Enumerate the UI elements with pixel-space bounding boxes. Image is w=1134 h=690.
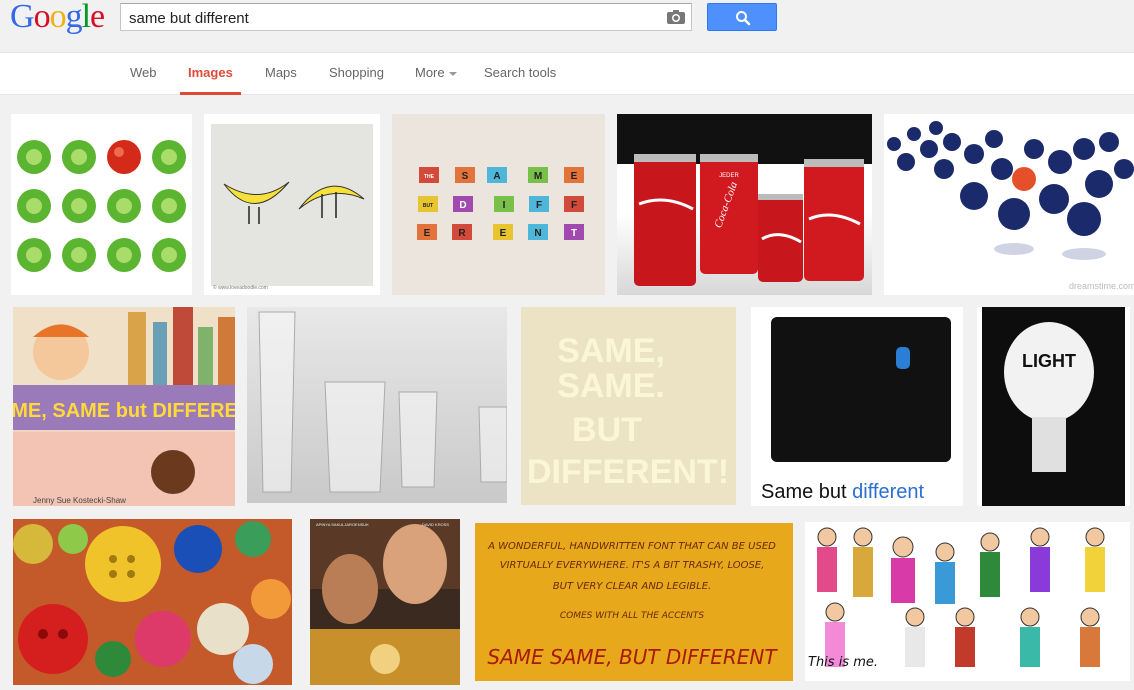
image-result-buttons[interactable] (13, 519, 292, 685)
poster-line: DIFFERENT! (527, 453, 729, 491)
svg-text:Same but different: Same but different (761, 481, 925, 503)
tab-maps[interactable]: Maps (265, 53, 297, 95)
book-title: SAME, SAME but DIFFERENT (13, 400, 235, 422)
logo-letter: e (90, 0, 105, 35)
search-input[interactable] (129, 8, 649, 28)
tile-letter: D (459, 200, 466, 211)
crowd-caption: Same but (761, 481, 852, 503)
tile-letter: E (571, 171, 578, 182)
tab-search-tools[interactable]: Search tools (484, 53, 556, 95)
image-result-book-cover[interactable]: SAME, SAME but DIFFERENT Jenny Sue Koste… (13, 307, 235, 506)
tab-shopping[interactable]: Shopping (329, 53, 384, 95)
logo-letter: g (65, 0, 83, 35)
book-cover-image: SAME, SAME but DIFFERENT Jenny Sue Koste… (13, 307, 235, 506)
drawing-caption: This is me. (808, 655, 878, 670)
image-result-drawings[interactable]: This is me. (805, 522, 1130, 681)
banana-credit: © www.loveadoodle.com (213, 284, 268, 291)
search-nav: Web Images Maps Shopping More Search too… (0, 53, 1134, 95)
letter-tiles-image: THE S A M E BUT D I F F E R E N T (417, 167, 584, 240)
image-result-cola-cans[interactable]: JEDER Coca-Cola (617, 114, 872, 295)
watermark: dreamstime.com (1069, 281, 1134, 291)
font-sample-line: SAME SAME, BUT DIFFERENT (487, 645, 778, 669)
image-result-apples[interactable] (11, 114, 192, 295)
image-result-letter-tiles[interactable]: THE S A M E BUT D I F F E R E N T (392, 114, 605, 295)
glasses-image (258, 311, 507, 493)
logo-letter: o (33, 0, 51, 35)
movie-credit-right: DAVID KROSS (422, 522, 449, 527)
tile-letter: F (536, 200, 542, 211)
image-result-marbles[interactable]: dreamstime.com (884, 114, 1134, 295)
tile-letter: THE (424, 174, 435, 180)
bananas-image: © www.loveadoodle.com (211, 124, 373, 291)
image-result-glasses[interactable] (247, 307, 507, 503)
tile-letter: N (534, 228, 541, 239)
top-bar: Google (0, 0, 1134, 53)
tile-letter: T (571, 228, 577, 239)
font-sample-line: A WONDERFUL, HANDWRITTEN FONT THAT CAN B… (487, 541, 776, 552)
apples-image (17, 140, 186, 272)
image-result-bananas[interactable]: © www.loveadoodle.com (204, 114, 380, 295)
caret-down-icon (448, 71, 457, 76)
tab-more-label: More (415, 65, 445, 80)
poster-image: SAME, SAME. BUT DIFFERENT! (527, 332, 729, 491)
movie-poster-image: APINYA SAKULJAROENSUK DAVID KROSS (310, 519, 460, 685)
tile-letter: I (503, 200, 506, 211)
tile-letter: S (462, 171, 469, 182)
logo-letter: o (49, 0, 67, 35)
drawings-image: This is me. (808, 527, 1105, 670)
tile-letter: A (493, 171, 500, 182)
font-sample-line: COMES WITH ALL THE ACCENTS (560, 611, 705, 621)
search-box (120, 3, 692, 31)
bulb-image: LIGHT (982, 307, 1125, 506)
tab-web[interactable]: Web (130, 53, 157, 95)
search-icon (736, 11, 751, 26)
image-result-crowd[interactable]: Same but different (751, 307, 963, 506)
tile-letter: M (534, 171, 542, 182)
can-label: JEDER (719, 173, 739, 179)
book-author: Jenny Sue Kostecki-Shaw (33, 496, 126, 505)
google-logo[interactable]: Google (10, 0, 105, 35)
cola-cans-image: JEDER Coca-Cola (617, 114, 872, 286)
poster-line: SAME. (557, 367, 665, 405)
poster-line: SAME, (557, 332, 665, 370)
image-result-poster[interactable]: SAME, SAME. BUT DIFFERENT! (521, 307, 736, 505)
image-result-font-sample[interactable]: A WONDERFUL, HANDWRITTEN FONT THAT CAN B… (475, 523, 793, 681)
tile-letter: E (500, 228, 507, 239)
logo-letter: G (10, 0, 35, 35)
tile-letter: F (571, 200, 577, 211)
tab-images[interactable]: Images (180, 53, 241, 95)
poster-line: BUT (572, 411, 642, 449)
image-results: © www.loveadoodle.com THE S A M E BUT D … (0, 95, 1134, 690)
tab-more[interactable]: More (415, 53, 457, 95)
bulb-text: LIGHT (1022, 351, 1076, 371)
font-sample-line: BUT VERY CLEAR AND LEGIBLE. (553, 581, 711, 592)
search-button[interactable] (707, 3, 777, 31)
tile-letter: E (424, 228, 431, 239)
image-result-bulb[interactable]: LIGHT (977, 307, 1130, 506)
image-result-movie-poster[interactable]: APINYA SAKULJAROENSUK DAVID KROSS (310, 519, 460, 685)
tile-letter: BUT (423, 203, 433, 209)
crowd-caption-highlight: different (852, 481, 924, 503)
font-sample-line: VIRTUALLY EVERYWHERE. IT'S A BIT TRASHY,… (500, 560, 765, 571)
camera-icon[interactable] (667, 10, 685, 24)
buttons-image (13, 521, 291, 684)
font-sample-image: A WONDERFUL, HANDWRITTEN FONT THAT CAN B… (487, 541, 778, 669)
crowd-image: Same but different (761, 317, 951, 503)
movie-credit-left: APINYA SAKULJAROENSUK (316, 522, 369, 527)
tile-letter: R (458, 228, 466, 239)
marbles-image: dreamstime.com (887, 121, 1134, 291)
logo-letter: l (81, 0, 92, 35)
